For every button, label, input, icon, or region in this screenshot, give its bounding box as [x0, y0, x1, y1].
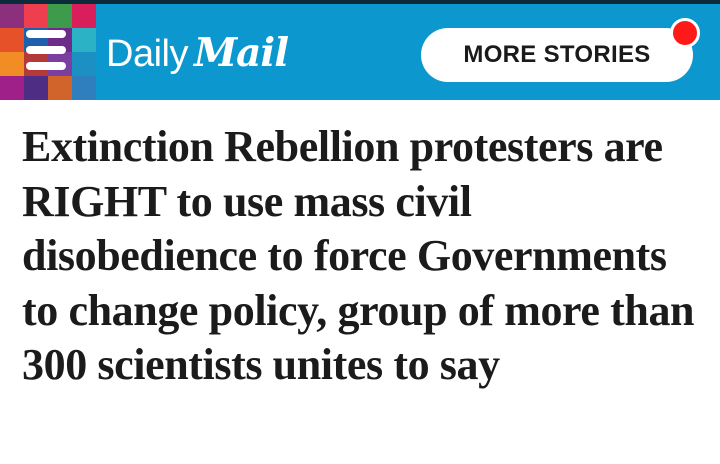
menu-bar	[26, 62, 66, 70]
more-stories-label: MORE STORIES	[463, 41, 651, 68]
more-stories-button[interactable]: MORE STORIES	[421, 28, 693, 82]
logo-mail-text: Mail	[193, 30, 289, 76]
hamburger-menu-icon[interactable]	[24, 26, 68, 74]
menu-bar	[26, 30, 66, 38]
site-header: Daily Mail MORE STORIES	[0, 4, 720, 100]
logo-daily-text: Daily	[106, 33, 188, 75]
dailymail-logo[interactable]: Daily Mail	[106, 30, 289, 76]
article-headline: Extinction Rebellion protesters are RIGH…	[22, 122, 695, 389]
menu-bar	[26, 46, 66, 54]
notification-dot	[670, 18, 700, 48]
